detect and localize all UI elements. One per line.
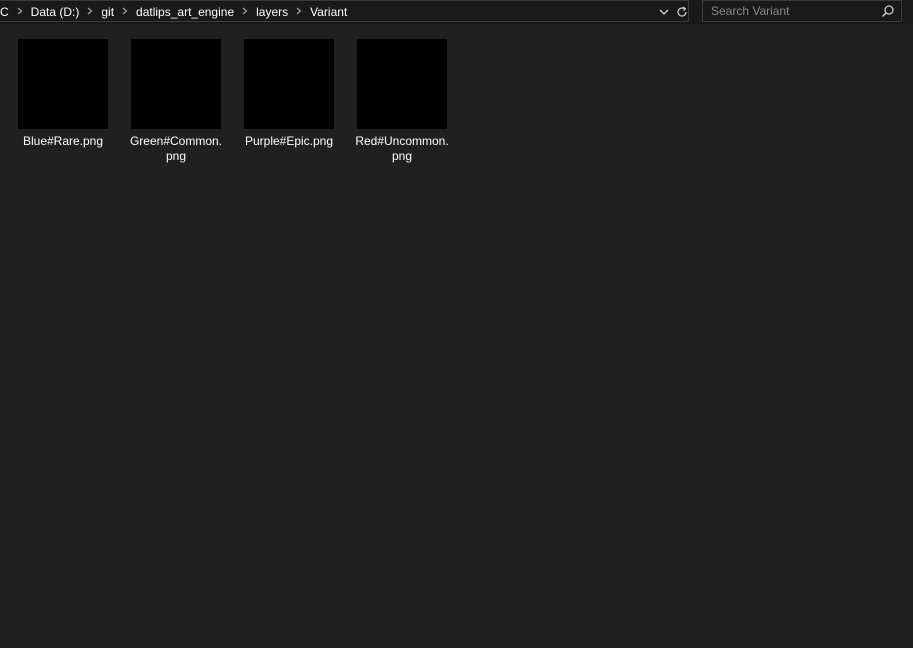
- search-icon[interactable]: [881, 4, 895, 18]
- chevron-right-icon[interactable]: [290, 1, 308, 23]
- file-view[interactable]: Blue#Rare.png Green#Common.png Purple#Ep…: [0, 28, 913, 648]
- chevron-right-icon[interactable]: [236, 1, 254, 23]
- address-history-button[interactable]: [655, 1, 673, 23]
- file-name: Red#Uncommon.png: [355, 134, 449, 163]
- refresh-icon: [677, 6, 687, 17]
- chevron-right-icon[interactable]: [11, 1, 29, 23]
- breadcrumb-item-git[interactable]: git: [99, 1, 116, 23]
- toolbar: C Data (D:) git datlips_art_engine layer…: [0, 0, 913, 24]
- file-thumbnail[interactable]: [131, 39, 221, 129]
- file-thumbnail[interactable]: [18, 39, 108, 129]
- chevron-down-icon: [659, 9, 669, 15]
- breadcrumb-item-variant[interactable]: Variant: [308, 1, 349, 23]
- file-thumbnail[interactable]: [357, 39, 447, 129]
- breadcrumb-item-layers[interactable]: layers: [254, 1, 290, 23]
- file-item-green-common[interactable]: Green#Common.png: [126, 39, 226, 164]
- breadcrumb-item-data-d[interactable]: Data (D:): [29, 1, 82, 23]
- file-item-blue-rare[interactable]: Blue#Rare.png: [13, 39, 113, 149]
- file-item-red-uncommon[interactable]: Red#Uncommon.png: [352, 39, 452, 164]
- breadcrumb: C Data (D:) git datlips_art_engine layer…: [0, 1, 349, 23]
- file-name: Green#Common.png: [129, 134, 223, 163]
- breadcrumb-item-datlips-art-engine[interactable]: datlips_art_engine: [134, 1, 236, 23]
- file-name: Purple#Epic.png: [244, 134, 334, 148]
- file-thumbnail[interactable]: [244, 39, 334, 129]
- refresh-button[interactable]: [673, 1, 691, 23]
- breadcrumb-item-pc[interactable]: C: [0, 1, 11, 23]
- chevron-right-icon[interactable]: [116, 1, 134, 23]
- file-item-purple-epic[interactable]: Purple#Epic.png: [239, 39, 339, 149]
- file-name: Blue#Rare.png: [22, 134, 104, 148]
- search-box[interactable]: [702, 0, 902, 22]
- address-bar[interactable]: C Data (D:) git datlips_art_engine layer…: [0, 0, 689, 22]
- chevron-right-icon[interactable]: [81, 1, 99, 23]
- search-input[interactable]: [703, 1, 879, 21]
